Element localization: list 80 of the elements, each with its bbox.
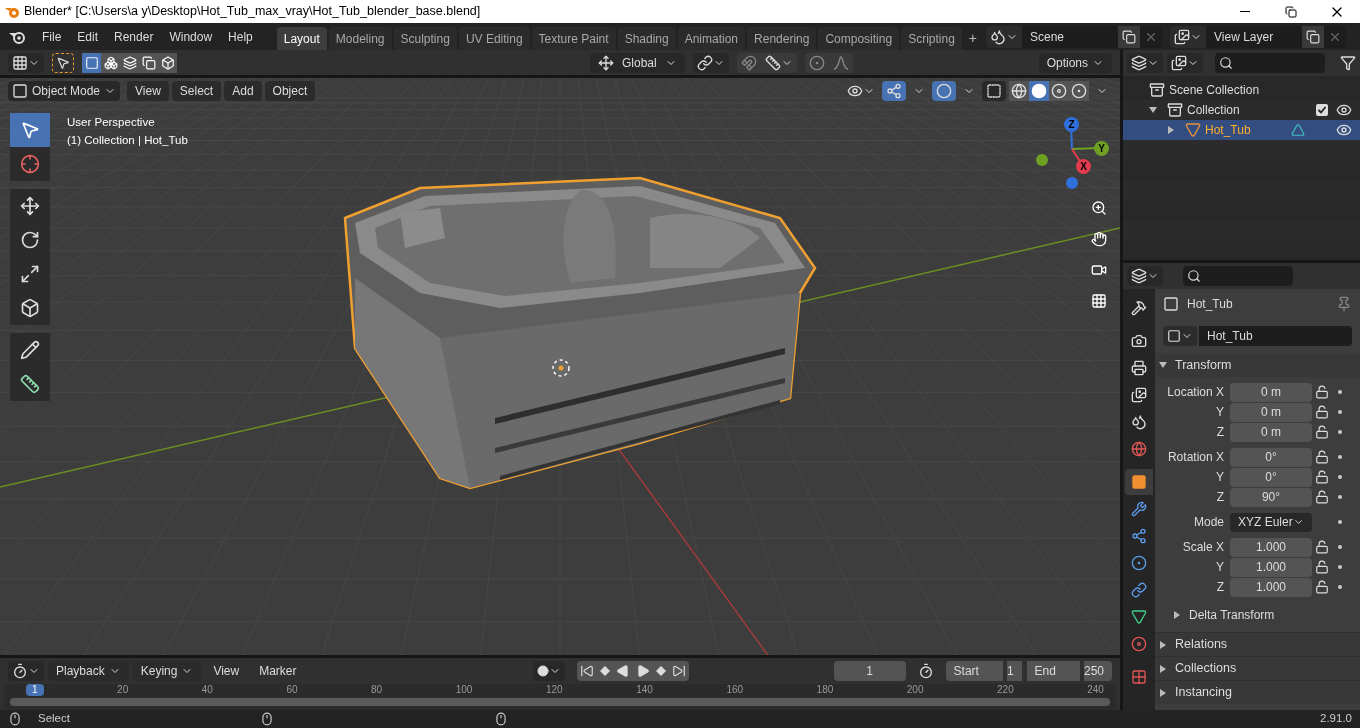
property-label: Y	[1215, 469, 1225, 486]
start-frame-field[interactable]: 1	[1006, 661, 1022, 681]
workspace-tab[interactable]: Modeling	[328, 27, 392, 50]
orientation-dropdown[interactable]: Global	[589, 52, 685, 73]
number-field[interactable]: 90°	[1230, 487, 1312, 507]
workspace-tab[interactable]: Shading	[617, 27, 676, 50]
timeline-menu[interactable]: View	[205, 661, 248, 681]
frame-number: 140	[636, 684, 653, 696]
end-frame-label: End	[1026, 661, 1080, 681]
number-field[interactable]: 0°	[1230, 467, 1312, 487]
start-frame-label: Start	[945, 661, 1003, 681]
workspace-tab[interactable]: Sculpting	[393, 27, 457, 50]
workspace-tab[interactable]: Rendering	[747, 27, 817, 50]
viewport-menu[interactable]: Add	[224, 80, 262, 101]
property-label: Y	[1215, 559, 1225, 576]
status-action: Select	[38, 711, 70, 727]
frame-number: 1	[26, 684, 44, 696]
viewport-info-text: User Perspective	[67, 115, 156, 130]
timeline-menu[interactable]: Keying	[132, 661, 202, 681]
viewport-menu[interactable]: View	[127, 80, 169, 101]
current-frame-field[interactable]: 1	[833, 661, 906, 681]
number-field[interactable]: 1.000	[1230, 577, 1312, 597]
object-name: Hot_Tub	[1187, 296, 1233, 313]
frame-number: 240	[1087, 684, 1104, 696]
outliner-label: Collection	[1187, 102, 1240, 119]
menu-item[interactable]: Render	[106, 25, 162, 48]
frame-number: 120	[545, 684, 563, 696]
mode-dropdown[interactable]: Object Mode	[8, 80, 121, 101]
property-label: Z	[1215, 489, 1225, 506]
frame-number: 40	[201, 684, 213, 696]
options-dropdown[interactable]: Options	[1038, 52, 1112, 73]
property-label: Z	[1215, 424, 1225, 441]
subpanel-header[interactable]: Delta Transform	[1173, 606, 1275, 624]
number-field[interactable]: 0°	[1230, 447, 1312, 467]
menu-item[interactable]: File	[34, 25, 70, 48]
workspace-tab[interactable]: UV Editing	[458, 27, 530, 50]
menu-item[interactable]: Help	[220, 25, 261, 48]
frame-number: 160	[726, 684, 744, 696]
number-field[interactable]: 1.000	[1230, 537, 1312, 557]
frame-number: 180	[816, 684, 834, 696]
frame-number: 200	[906, 684, 924, 696]
frame-number: 60	[286, 684, 298, 696]
menu-item[interactable]: Edit	[69, 25, 107, 48]
end-frame-field[interactable]: 250	[1083, 661, 1112, 681]
outliner-label: Scene Collection	[1169, 82, 1260, 99]
frame-number: 100	[455, 684, 473, 696]
viewport-menu[interactable]: Object	[264, 80, 316, 101]
workspace-tab[interactable]: Scripting	[901, 27, 962, 50]
property-label: Rotation X	[1166, 449, 1225, 466]
property-label: Z	[1215, 579, 1225, 596]
number-field[interactable]: 0 m	[1230, 402, 1312, 422]
workspace-tab[interactable]: Compositing	[818, 27, 900, 50]
add-workspace-button[interactable]: +	[963, 27, 982, 50]
axis-handle[interactable]: Y	[1094, 141, 1109, 156]
window-title: Blender* [C:\Users\a y\Desktop\Hot_Tub_max_vray\Hot_Tub_blender_base.blend]	[24, 3, 481, 21]
axis-handle[interactable]: Z	[1064, 117, 1079, 132]
number-field[interactable]: 1.000	[1230, 557, 1312, 577]
frame-number: 220	[997, 684, 1014, 696]
property-label: Scale X	[1181, 539, 1225, 556]
property-label: Y	[1215, 404, 1225, 421]
property-label: Location X	[1166, 384, 1225, 401]
workspace-tab[interactable]: Layout	[276, 27, 327, 50]
menu-item[interactable]: Window	[161, 25, 221, 48]
timeline-menu[interactable]: Playback	[48, 661, 129, 681]
workspace-tab[interactable]: Texture Paint	[531, 27, 616, 50]
mode-dropdown[interactable]: XYZ Euler	[1230, 512, 1312, 532]
number-field[interactable]: 0 m	[1230, 382, 1312, 402]
workspace-tab[interactable]: Animation	[677, 27, 746, 50]
property-label: Mode	[1192, 514, 1225, 531]
viewport-menu[interactable]: Select	[171, 80, 222, 101]
viewport-info-text: (1) Collection | Hot_Tub	[67, 133, 188, 148]
datablock-field[interactable]: Hot_Tub	[1199, 326, 1352, 346]
axis-handle[interactable]: X	[1076, 159, 1091, 174]
outliner-label: Hot_Tub	[1205, 122, 1251, 139]
outliner-row[interactable]: Hot_Tub	[1123, 120, 1360, 140]
frame-number: 80	[371, 684, 383, 696]
frame-number: 20	[117, 684, 129, 696]
version-text: 2.91.0	[1320, 711, 1352, 727]
number-field[interactable]: 0 m	[1230, 422, 1312, 442]
timeline-menu[interactable]: Marker	[251, 661, 305, 681]
